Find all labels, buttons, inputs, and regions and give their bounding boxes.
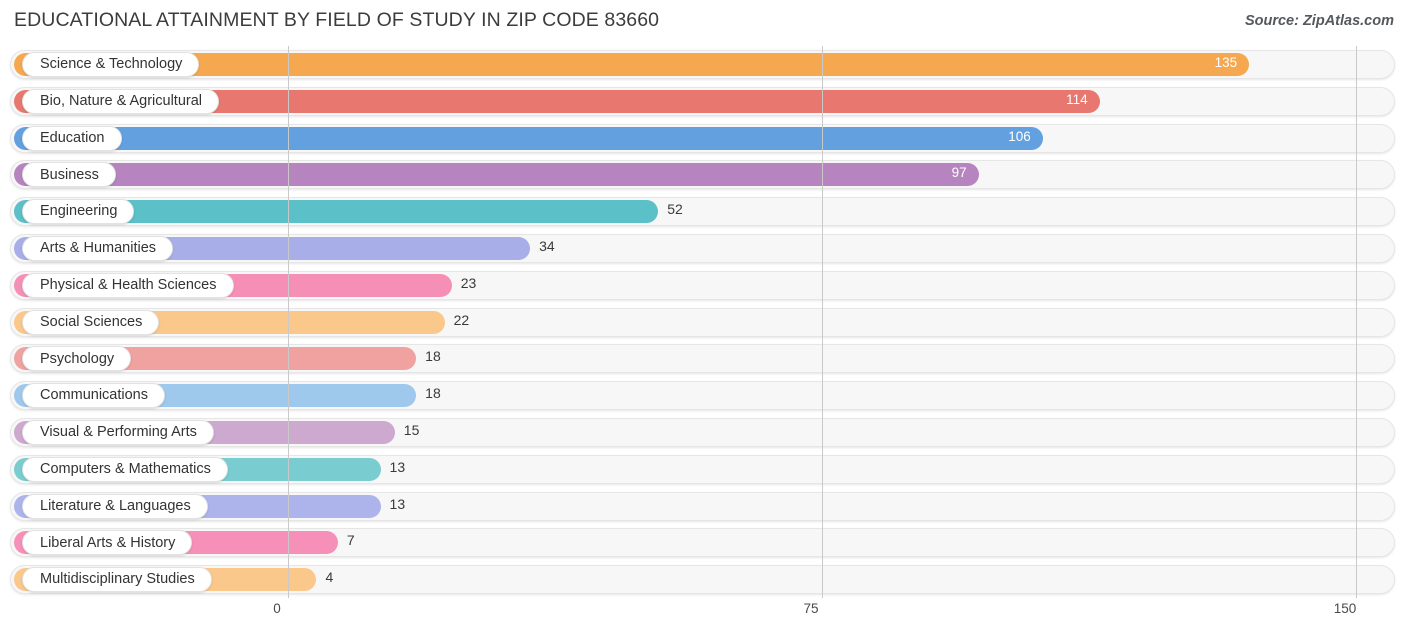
category-label-pill: Multidisciplinary Studies <box>22 567 212 593</box>
bar-row: Liberal Arts & History 7 <box>0 524 1406 561</box>
category-label-pill: Physical & Health Sciences <box>22 272 234 298</box>
category-label-pill: Bio, Nature & Agricultural <box>22 88 219 114</box>
bar-row: Social Sciences 22 <box>0 304 1406 341</box>
category-label-pill: Liberal Arts & History <box>22 530 193 556</box>
bar-row: Business 97 <box>0 156 1406 193</box>
category-label: Business <box>40 166 99 183</box>
bar[interactable] <box>14 53 1250 76</box>
x-tick-label: 150 <box>1333 601 1357 616</box>
bar-value-label: 52 <box>667 201 683 218</box>
bar-row: Bio, Nature & Agricultural 114 <box>0 83 1406 120</box>
bar-row: Visual & Performing Arts 15 <box>0 414 1406 451</box>
bar-value-label: 34 <box>539 238 555 254</box>
bar-value-label: 114 <box>1066 91 1088 107</box>
bar-row: Literature & Languages 13 <box>0 488 1406 525</box>
category-label-pill: Education <box>22 125 122 151</box>
category-label-pill: Visual & Performing Arts <box>22 420 214 445</box>
bar-row: Education 106 <box>0 120 1406 157</box>
category-label-pill: Social Sciences <box>22 309 160 335</box>
category-label: Arts & Humanities <box>40 240 157 257</box>
x-tick-label: 0 <box>273 601 281 616</box>
bar-row: Computers & Mathematics 13 <box>0 451 1406 488</box>
bar-value-label: 18 <box>425 348 441 365</box>
x-tick-label: 75 <box>803 601 819 616</box>
category-label-pill: Psychology <box>22 346 132 372</box>
category-label: Visual & Performing Arts <box>40 424 197 441</box>
category-label-pill: Communications <box>22 383 165 409</box>
bar-row: Engineering 52 <box>0 193 1406 230</box>
category-label: Literature & Languages <box>40 497 191 514</box>
category-label-pill: Science & Technology <box>22 52 200 77</box>
bar[interactable] <box>14 126 1043 150</box>
category-label: Psychology <box>40 350 115 367</box>
category-label-pill: Engineering <box>22 199 135 225</box>
bar-row: Multidisciplinary Studies 4 <box>0 561 1406 598</box>
category-label: Social Sciences <box>40 313 143 330</box>
category-label-pill: Literature & Languages <box>22 493 208 519</box>
bar-value-label: 13 <box>389 495 406 512</box>
bar-row: Science & Technology 135 <box>0 46 1406 83</box>
bar-value-label: 18 <box>425 385 441 402</box>
bar-value-label: 13 <box>389 458 406 475</box>
bar-row: Communications 18 <box>0 377 1406 414</box>
chart-header: EDUCATIONAL ATTAINMENT BY FIELD OF STUDY… <box>0 0 1406 46</box>
category-label: Computers & Mathematics <box>40 461 211 478</box>
category-label: Science & Technology <box>40 56 183 73</box>
bar-rows: Science & Technology 135 Bio, Nature & Agr… <box>0 46 1406 598</box>
bar-row: Psychology 18 <box>0 340 1406 377</box>
category-label-pill: Business <box>22 162 116 188</box>
bar-row: Physical & Health Sciences 23 <box>0 267 1406 304</box>
source-attribution: Source: ZipAtlas.com <box>1244 13 1394 29</box>
category-label: Liberal Arts & History <box>40 534 176 551</box>
bar-row: Arts & Humanities 34 <box>0 230 1406 267</box>
bar-value-label: 15 <box>403 422 420 438</box>
category-label: Multidisciplinary Studies <box>40 571 195 588</box>
bar-value-label: 106 <box>1008 128 1031 144</box>
category-label: Bio, Nature & Agricultural <box>40 93 202 110</box>
bar-value-label: 23 <box>460 274 477 291</box>
bar-value-label: 4 <box>325 569 334 586</box>
bar-value-label: 22 <box>453 311 470 328</box>
gridline-75 <box>822 46 823 598</box>
category-label: Education <box>40 129 105 146</box>
chart-plot-area: Science & Technology 135 Bio, Nature & Agr… <box>0 46 1406 598</box>
gridline-0 <box>288 46 289 598</box>
bar-value-label: 7 <box>346 532 355 549</box>
page-title: EDUCATIONAL ATTAINMENT BY FIELD OF STUDY… <box>14 9 660 31</box>
category-label: Physical & Health Sciences <box>40 277 217 294</box>
category-label-pill: Arts & Humanities <box>22 236 174 261</box>
x-axis: 0 75 150 <box>0 598 1406 631</box>
bar-value-label: 135 <box>1214 55 1238 70</box>
category-label-pill: Computers & Mathematics <box>22 456 228 482</box>
category-label: Communications <box>40 387 148 404</box>
category-label: Engineering <box>40 203 118 220</box>
bar[interactable] <box>14 163 979 187</box>
bar-value-label: 97 <box>951 165 967 181</box>
gridline-150 <box>1356 46 1357 598</box>
